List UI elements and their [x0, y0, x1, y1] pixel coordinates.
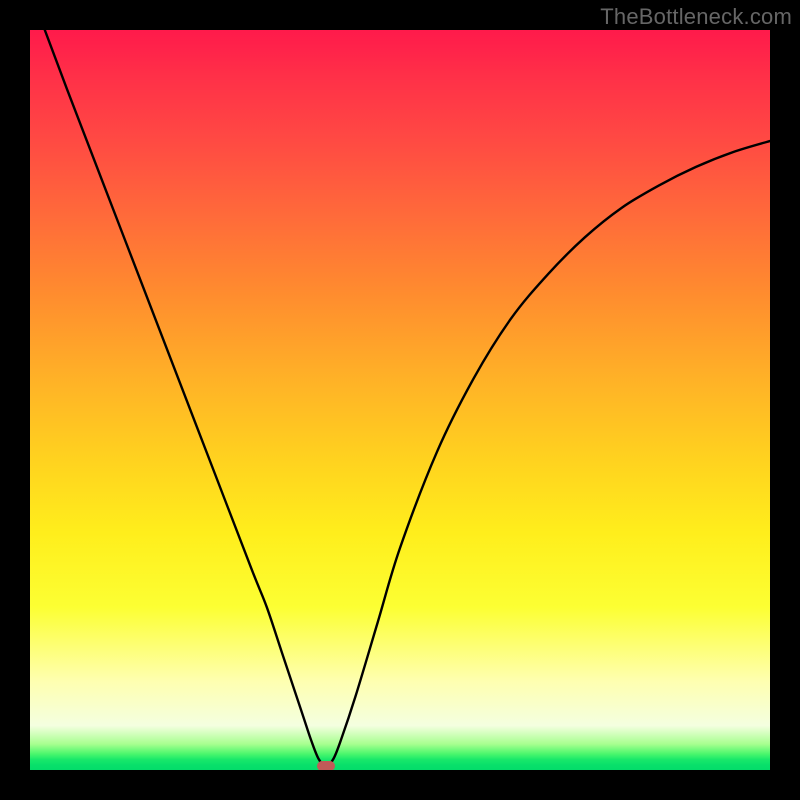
- chart-frame: TheBottleneck.com: [0, 0, 800, 800]
- curve-svg: [30, 30, 770, 770]
- watermark-text: TheBottleneck.com: [600, 4, 792, 30]
- minimum-marker: [317, 761, 335, 770]
- bottleneck-curve: [45, 30, 770, 766]
- plot-area: [30, 30, 770, 770]
